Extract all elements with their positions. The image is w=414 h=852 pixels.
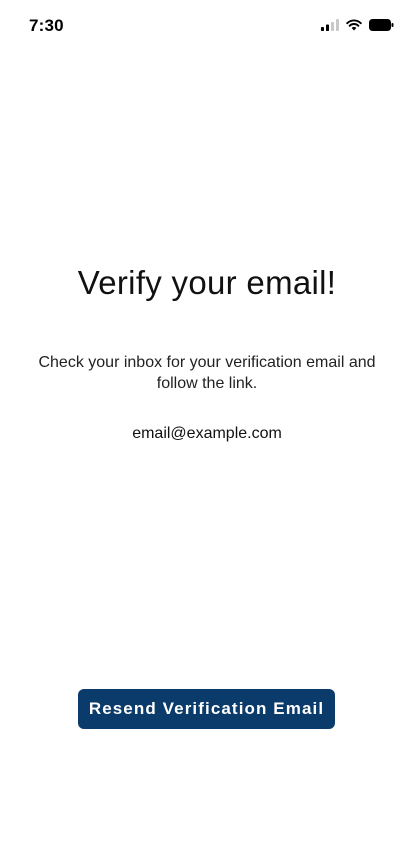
battery-icon xyxy=(369,19,394,31)
verification-message: Check your inbox for your verification e… xyxy=(38,354,376,392)
status-bar: 7:30 xyxy=(0,0,414,52)
status-icons xyxy=(321,18,394,32)
signal-icon xyxy=(321,19,339,31)
email-address: email@example.com xyxy=(132,425,282,442)
page-title: Verify your email! xyxy=(77,264,337,301)
wifi-icon xyxy=(346,19,362,31)
resend-verification-button[interactable]: Resend Verification Email xyxy=(78,689,335,729)
status-time: 7:30 xyxy=(29,16,64,35)
